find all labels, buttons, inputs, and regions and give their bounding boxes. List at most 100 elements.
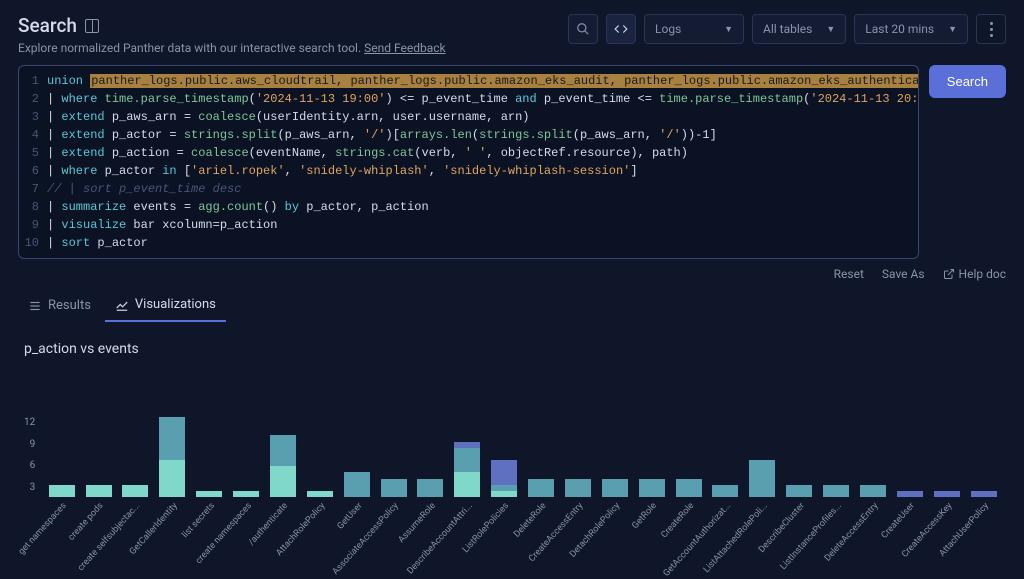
bar-column[interactable]: CreateAccessEntry [562, 367, 595, 497]
bar-label: ListInstanceProfiles... [778, 501, 843, 572]
subtitle-text: Explore normalized Panther data with our… [18, 41, 364, 55]
bar-column[interactable]: CreateAccessKey [930, 367, 963, 497]
bar-segment [491, 460, 517, 485]
bar [897, 491, 923, 497]
bar-segment [639, 479, 665, 497]
chart-panel: p_action vs events 12963 get namespacesc… [18, 341, 1006, 497]
code-icon [614, 22, 628, 36]
bar-column[interactable]: /authenticate [267, 367, 300, 497]
result-tabs: Results Visualizations [18, 289, 1006, 323]
code-text: | visualize bar xcolumn=p_action [47, 216, 277, 234]
y-tick: 6 [24, 460, 35, 471]
chevron-down-icon: ▼ [948, 24, 957, 35]
editor-line: 10| sort p_actor [19, 234, 918, 252]
bar-column[interactable]: create namespaces [230, 367, 263, 497]
bar [712, 485, 738, 497]
bar [934, 491, 960, 497]
bar-column[interactable]: DescribeAccountAttri... [451, 367, 484, 497]
book-icon[interactable] [85, 19, 99, 33]
code-text: union panther_logs.public.aws_cloudtrail… [47, 72, 919, 90]
bar-column[interactable]: ListInstanceProfiles... [820, 367, 853, 497]
bar-segment [934, 491, 960, 497]
bar [381, 479, 407, 497]
magnifier-icon [576, 22, 590, 36]
y-tick: 9 [24, 439, 35, 450]
bar-column[interactable]: get namespaces [45, 367, 78, 497]
code-mode-button[interactable] [606, 14, 636, 44]
bar-column[interactable]: GetCallerIdentity [156, 367, 189, 497]
bar-segment [897, 491, 923, 497]
bar [971, 491, 997, 497]
bar-column[interactable]: AssociateAccessPolicy [377, 367, 410, 497]
bar-column[interactable]: DetachRolePolicy [598, 367, 631, 497]
bar-column[interactable]: ListRolePolicies [488, 367, 521, 497]
code-text: | extend p_aws_arn = coalesce(userIdenti… [47, 108, 530, 126]
bar-label: GetUser [335, 501, 364, 532]
bar [639, 479, 665, 497]
bar-column[interactable]: GetUser [340, 367, 373, 497]
tab-results[interactable]: Results [18, 289, 101, 322]
line-number: 3 [19, 108, 47, 126]
line-number: 8 [19, 198, 47, 216]
bar-segment [196, 491, 222, 497]
bar-label: list secrets [180, 501, 217, 540]
more-menu-button[interactable] [976, 14, 1006, 44]
header-left: Search Explore normalized Panther data w… [18, 14, 446, 55]
bar-segment [159, 417, 185, 460]
editor-line: 6| where p_actor in ['ariel.ropek', 'sni… [19, 162, 918, 180]
header-controls: Logs ▼ All tables ▼ Last 20 mins ▼ [568, 14, 1006, 44]
editor-line: 2| where time.parse_timestamp('2024-11-1… [19, 90, 918, 108]
source-select[interactable]: Logs ▼ [644, 14, 744, 44]
bar-segment [49, 485, 75, 497]
bar-column[interactable]: CreateUser [893, 367, 926, 497]
bars-container: get namespacescreate podscreate selfsubj… [41, 367, 1000, 497]
bar-segment [122, 485, 148, 497]
bar-segment [86, 485, 112, 497]
bar [233, 491, 259, 497]
bar-column[interactable]: ListAttachedRolePoli... [746, 367, 779, 497]
save-as-link[interactable]: Save As [882, 267, 925, 281]
bar-segment [971, 491, 997, 497]
bar [860, 485, 886, 497]
bar-segment [823, 485, 849, 497]
bar-column[interactable]: CreateRole [672, 367, 705, 497]
time-range-select[interactable]: Last 20 mins ▼ [854, 14, 968, 44]
bar [676, 479, 702, 497]
query-editor[interactable]: 1union panther_logs.public.aws_cloudtrai… [18, 65, 919, 259]
bar [565, 479, 591, 497]
bar-column[interactable]: AttachRolePolicy [303, 367, 336, 497]
tables-select[interactable]: All tables ▼ [752, 14, 846, 44]
bar-column[interactable]: DescribeCluster [783, 367, 816, 497]
bar-column[interactable]: GetRole [635, 367, 668, 497]
bar-segment [676, 479, 702, 497]
search-icon-button[interactable] [568, 14, 598, 44]
help-doc-link[interactable]: Help doc [943, 267, 1006, 281]
bar [454, 442, 480, 497]
bar-column[interactable]: list secrets [193, 367, 226, 497]
bar-column[interactable]: AttachUserPolicy [967, 367, 1000, 497]
editor-line: 1union panther_logs.public.aws_cloudtrai… [19, 72, 918, 90]
external-link-icon [943, 268, 955, 280]
bar-segment [860, 485, 886, 497]
editor-row: 1union panther_logs.public.aws_cloudtrai… [18, 65, 1006, 259]
bar [307, 491, 333, 497]
search-button[interactable]: Search [929, 65, 1006, 98]
source-select-label: Logs [655, 22, 681, 36]
bar-segment [602, 479, 628, 497]
tab-visualizations[interactable]: Visualizations [105, 289, 226, 322]
send-feedback-link[interactable]: Send Feedback [364, 41, 446, 55]
bar-column[interactable]: DeleteAccessEntry [857, 367, 890, 497]
reset-link[interactable]: Reset [834, 267, 864, 281]
bar-column[interactable]: GetAccountAuthorizat... [709, 367, 742, 497]
y-axis: 12963 [24, 417, 41, 497]
bar-segment [344, 472, 370, 497]
code-text: // | sort p_event_time desc [47, 180, 241, 198]
bar-column[interactable]: create pods [82, 367, 115, 497]
bar-column[interactable]: create selfsubjectac... [119, 367, 152, 497]
bar [159, 417, 185, 497]
code-text: | where time.parse_timestamp('2024-11-13… [47, 90, 919, 108]
line-number: 5 [19, 144, 47, 162]
bar-column[interactable]: AssumeRole [414, 367, 447, 497]
bar-column[interactable]: DeleteRole [525, 367, 558, 497]
bar-label: get namespaces [17, 501, 69, 557]
